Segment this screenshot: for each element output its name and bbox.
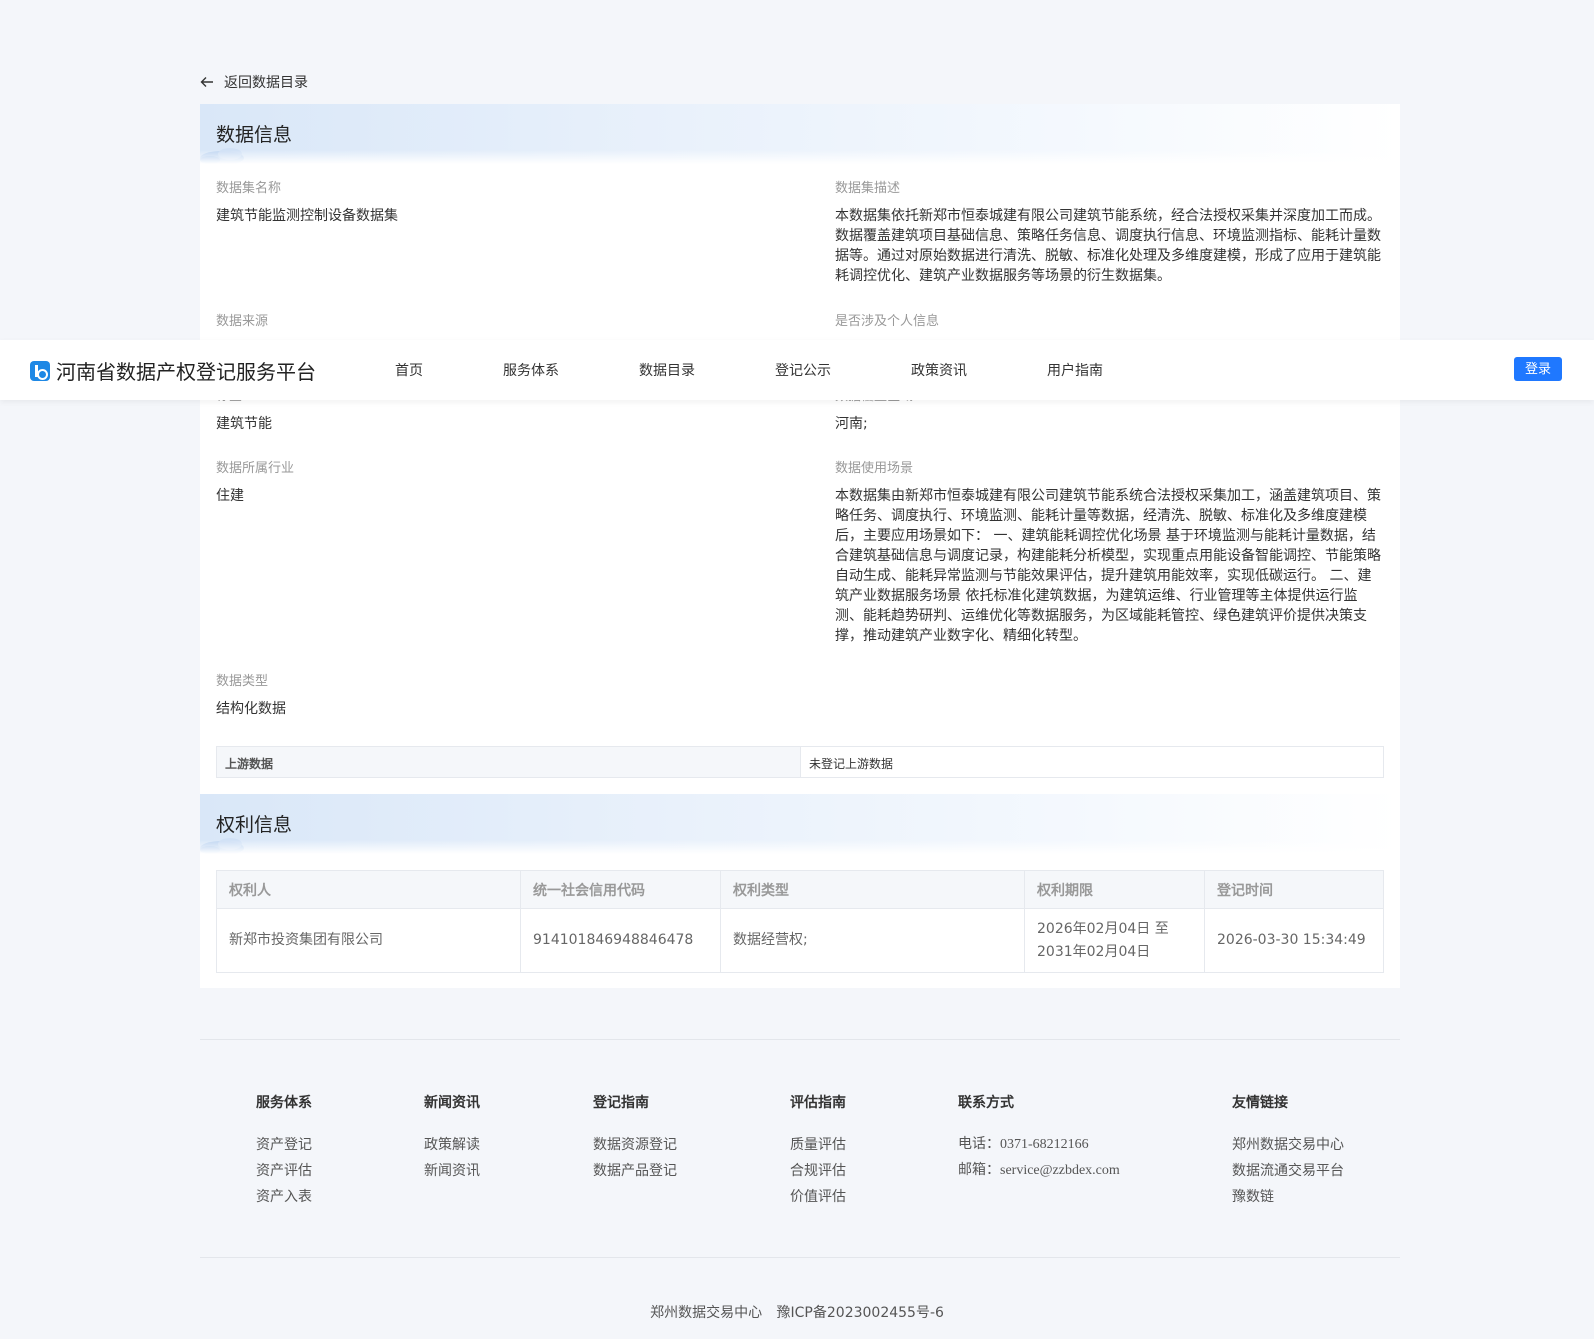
rights-header-rights-type: 权利类型 — [720, 870, 1025, 909]
data-type-label: 数据类型 — [216, 674, 269, 689]
rights-holder-cell: 新郑市投资集团有限公司 — [216, 908, 521, 973]
period-end: 2031年02月04日 — [1037, 943, 1151, 960]
data-info-section-header: 数据信息 — [200, 104, 1400, 164]
footer-col-news: 新闻资讯 政策解读 新闻资讯 — [424, 1092, 480, 1184]
footer-col-title: 服务体系 — [256, 1095, 312, 1111]
rights-header-holder: 权利人 — [216, 870, 521, 909]
scenario-label: 数据使用场景 — [835, 461, 914, 476]
footer-col-title: 联系方式 — [958, 1095, 1014, 1111]
credit-code-cell: 914101846948846478 — [520, 908, 721, 973]
dataset-name-field: 数据集名称 建筑节能监测控制设备数据集 — [216, 180, 776, 226]
footer-divider-bottom — [200, 1257, 1400, 1258]
industry-label: 数据所属行业 — [216, 461, 295, 476]
footer-link[interactable]: 新闻资讯 — [424, 1158, 480, 1184]
dataset-description-label: 数据集描述 — [835, 181, 901, 196]
registered-at-cell: 2026-03-30 15:34:49 — [1204, 908, 1384, 973]
dataset-description-value: 本数据集依托新郑市恒泰城建有限公司建筑节能系统，经合法授权采集并深度加工而成。数… — [835, 208, 1381, 284]
rights-header-credit-code: 统一社会信用代码 — [520, 870, 721, 909]
scenario-field: 数据使用场景 本数据集由新郑市恒泰城建有限公司建筑节能系统合法授权采集加工，涵盖… — [835, 460, 1383, 646]
rights-info-card: 权利信息 权利人 统一社会信用代码 权利类型 权利期限 登记时间 新郑市投资集团… — [200, 794, 1400, 988]
rights-table-header-row: 权利人 统一社会信用代码 权利类型 权利期限 登记时间 — [216, 870, 1384, 909]
industry-field: 数据所属行业 住建 — [216, 460, 776, 506]
coverage-value: 河南; — [835, 416, 868, 432]
footer-link[interactable]: 合规评估 — [790, 1158, 846, 1184]
rights-period-cell: 2026年02月04日 至 2031年02月04日 — [1024, 908, 1205, 973]
data-source-field: 数据来源 — [216, 313, 776, 331]
login-button[interactable]: 登录 — [1514, 357, 1562, 381]
upstream-data-value: 未登记上游数据 — [809, 757, 894, 771]
upstream-data-row: 上游数据 未登记上游数据 — [216, 746, 1384, 778]
rights-type-cell: 数据经营权; — [720, 908, 1025, 973]
rights-info-section-header: 权利信息 — [200, 794, 1400, 854]
personal-info-label: 是否涉及个人信息 — [835, 314, 940, 329]
nav-item-catalog[interactable]: 数据目录 — [639, 360, 775, 380]
copyright-bar: 郑州数据交易中心 豫ICP备2023002455号-6 — [0, 1302, 1594, 1322]
data-type-value: 结构化数据 — [216, 701, 286, 717]
rights-header-period: 权利期限 — [1024, 870, 1205, 909]
table-row: 新郑市投资集团有限公司 914101846948846478 数据经营权; 20… — [216, 908, 1384, 973]
copyright-org: 郑州数据交易中心 — [650, 1305, 763, 1321]
nav-item-home[interactable]: 首页 — [395, 360, 503, 380]
brand[interactable]: 河南省数据产权登记服务平台 — [30, 356, 316, 385]
nav-item-services[interactable]: 服务体系 — [503, 360, 639, 380]
footer-divider-top — [200, 1039, 1400, 1040]
icp-number[interactable]: 豫ICP备2023002455号-6 — [777, 1305, 944, 1321]
footer-link[interactable]: 价值评估 — [790, 1184, 846, 1210]
platform-logo-icon — [30, 360, 50, 381]
rights-header-registered-at: 登记时间 — [1204, 870, 1384, 909]
footer-col-friend-links: 友情链接 郑州数据交易中心 数据流通交易平台 豫数链 — [1232, 1092, 1344, 1210]
footer-link[interactable]: 资产评估 — [256, 1158, 312, 1184]
industry-value: 住建 — [216, 488, 244, 504]
data-type-field: 数据类型 结构化数据 — [216, 673, 776, 719]
data-info-card: 数据信息 数据集名称 建筑节能监测控制设备数据集 数据集描述 本数据集依托新郑市… — [200, 104, 1400, 794]
footer-col-assessment-guide: 评估指南 质量评估 合规评估 价值评估 — [790, 1092, 846, 1210]
footer-col-registration-guide: 登记指南 数据资源登记 数据产品登记 — [593, 1092, 677, 1184]
nav-item-policy[interactable]: 政策资讯 — [911, 360, 1047, 380]
upstream-data-label: 上游数据 — [217, 747, 801, 777]
footer-link[interactable]: 资产登记 — [256, 1132, 312, 1158]
dataset-name-label: 数据集名称 — [216, 181, 282, 196]
footer-link[interactable]: 政策解读 — [424, 1132, 480, 1158]
footer-link[interactable]: 豫数链 — [1232, 1184, 1344, 1210]
nav-item-registry[interactable]: 登记公示 — [775, 360, 911, 380]
data-info-title: 数据信息 — [216, 124, 293, 146]
footer-col-title: 新闻资讯 — [424, 1095, 480, 1111]
footer-link[interactable]: 资产入表 — [256, 1184, 312, 1210]
rights-table: 权利人 统一社会信用代码 权利类型 权利期限 登记时间 新郑市投资集团有限公司 … — [216, 870, 1384, 973]
footer-col-title: 评估指南 — [790, 1095, 846, 1111]
footer-col-title: 登记指南 — [593, 1095, 649, 1111]
footer-col-contact: 联系方式 电话：0371-68212166 邮箱：service@zzbdex.… — [958, 1092, 1120, 1184]
contact-email[interactable]: 邮箱：service@zzbdex.com — [958, 1158, 1120, 1184]
back-to-catalog-link[interactable]: 返回数据目录 — [200, 72, 308, 92]
back-link-label: 返回数据目录 — [224, 75, 308, 91]
rights-info-title: 权利信息 — [216, 814, 293, 836]
footer-link[interactable]: 数据流通交易平台 — [1232, 1158, 1344, 1184]
personal-info-field: 是否涉及个人信息 — [835, 313, 1383, 331]
nav-item-guide[interactable]: 用户指南 — [1047, 360, 1147, 380]
period-start: 2026年02月04日 至 — [1037, 920, 1169, 937]
footer-link[interactable]: 质量评估 — [790, 1132, 846, 1158]
main-nav: 首页 服务体系 数据目录 登记公示 政策资讯 用户指南 — [395, 360, 1147, 380]
dataset-name-value: 建筑节能监测控制设备数据集 — [216, 208, 398, 224]
arrow-left-icon — [200, 77, 213, 87]
scenario-value: 本数据集由新郑市恒泰城建有限公司建筑节能系统合法授权采集加工，涵盖建筑项目、策略… — [835, 488, 1381, 644]
top-navbar: 河南省数据产权登记服务平台 首页 服务体系 数据目录 登记公示 政策资讯 用户指… — [0, 340, 1594, 400]
contact-phone: 电话：0371-68212166 — [958, 1137, 1089, 1152]
footer-col-title: 友情链接 — [1232, 1095, 1288, 1111]
dataset-description-field: 数据集描述 本数据集依托新郑市恒泰城建有限公司建筑节能系统，经合法授权采集并深度… — [835, 180, 1383, 286]
footer-link[interactable]: 数据产品登记 — [593, 1158, 677, 1184]
footer-link[interactable]: 数据资源登记 — [593, 1132, 677, 1158]
data-source-label: 数据来源 — [216, 314, 269, 329]
footer-col-services: 服务体系 资产登记 资产评估 资产入表 — [256, 1092, 312, 1210]
footer-link[interactable]: 郑州数据交易中心 — [1232, 1132, 1344, 1158]
platform-name: 河南省数据产权登记服务平台 — [56, 360, 316, 384]
tag-value: 建筑节能 — [216, 416, 272, 432]
